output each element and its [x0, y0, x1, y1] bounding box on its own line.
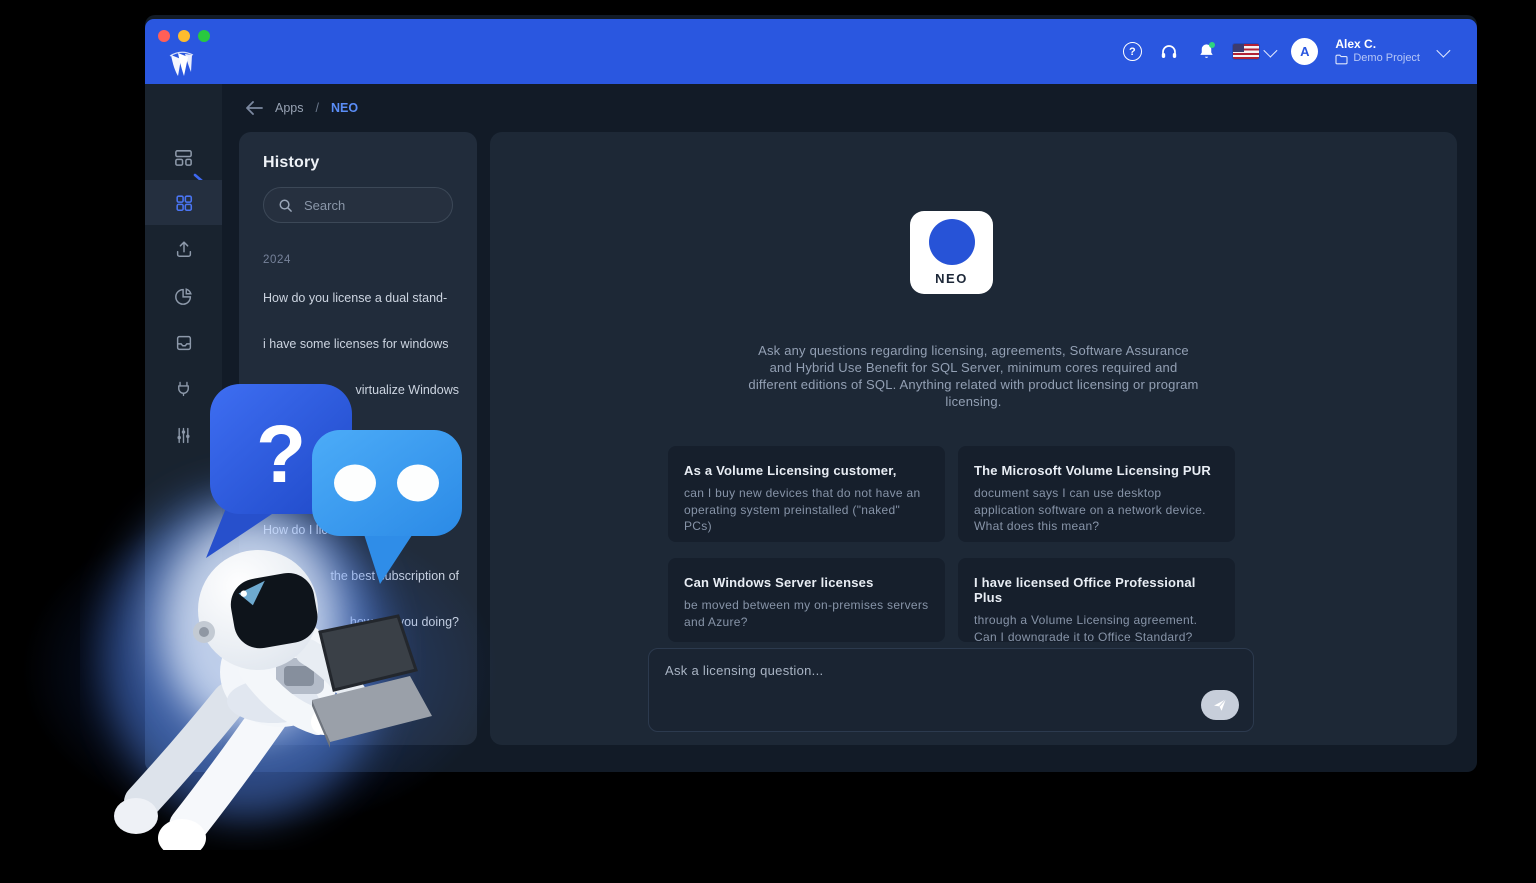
suggestion-card[interactable]: As a Volume Licensing customer, can I bu…	[668, 446, 945, 542]
search-input[interactable]	[302, 197, 438, 214]
breadcrumb-current-neo[interactable]: NEO	[331, 101, 358, 115]
help-icon[interactable]: ?	[1122, 42, 1142, 62]
suggestion-title: The Microsoft Volume Licensing PUR	[974, 463, 1219, 478]
breadcrumb: Apps / NEO	[245, 101, 358, 115]
suggestion-card[interactable]: Can Windows Server licenses be moved bet…	[668, 558, 945, 642]
app-window: ?	[145, 15, 1477, 772]
send-button[interactable]	[1201, 690, 1239, 720]
neo-logo-circle	[929, 219, 975, 265]
history-search[interactable]	[263, 187, 453, 223]
breadcrumb-apps-link[interactable]: Apps	[275, 101, 304, 115]
sliders-icon	[174, 426, 193, 445]
sidebar-item-inbox[interactable]	[145, 320, 222, 365]
sidebar-item-dashboard[interactable]	[145, 135, 222, 180]
neo-app-tile: NEO	[910, 211, 993, 294]
minimize-window-button[interactable]	[178, 30, 190, 42]
history-title: History	[263, 154, 320, 172]
question-input[interactable]	[649, 649, 1253, 731]
suggestion-title: As a Volume Licensing customer,	[684, 463, 929, 478]
folder-icon	[1335, 54, 1348, 65]
plug-icon	[174, 379, 193, 398]
user-name: Alex C.	[1335, 37, 1420, 52]
history-item[interactable]: virtualize Windows	[263, 383, 459, 400]
history-item[interactable]: How do you license a dual stand-	[263, 291, 459, 308]
sidebar-item-apps[interactable]	[145, 180, 222, 225]
suggestion-cards: As a Volume Licensing customer, can I bu…	[668, 446, 1235, 642]
sidebar-item-analytics[interactable]	[145, 273, 222, 318]
sidebar-item-settings[interactable]	[145, 413, 222, 458]
suggestion-card[interactable]: I have licensed Office Professional Plus…	[958, 558, 1235, 642]
app-header: ?	[145, 19, 1477, 84]
notification-dot	[1209, 42, 1215, 48]
search-icon	[278, 198, 293, 213]
us-flag-icon	[1233, 44, 1259, 59]
upload-icon	[174, 239, 194, 259]
paper-plane-icon	[1212, 697, 1228, 713]
zoom-window-button[interactable]	[198, 30, 210, 42]
question-input-container	[648, 648, 1254, 732]
screen: ?	[0, 0, 1536, 883]
suggestion-title: Can Windows Server licenses	[684, 575, 929, 590]
history-item[interactable]: How do I lic	[263, 523, 459, 540]
chat-panel: NEO Ask any questions regarding licensin…	[490, 132, 1457, 745]
brand-logo-icon	[167, 49, 195, 79]
history-panel: History 2024 How do you license a dual s…	[239, 132, 477, 745]
suggestion-body: can I buy new devices that do not have a…	[684, 485, 929, 535]
neo-logo-label: NEO	[935, 271, 968, 286]
header-actions: ?	[1122, 37, 1477, 66]
project-name: Demo Project	[1353, 52, 1420, 66]
history-item[interactable]: i have some licenses for windows	[263, 337, 459, 354]
inbox-icon	[174, 333, 194, 353]
chevron-down-icon	[1264, 43, 1278, 57]
history-year-label: 2024	[263, 254, 291, 266]
bell-icon[interactable]	[1196, 42, 1216, 62]
suggestion-body: be moved between my on-premises servers …	[684, 597, 929, 630]
history-item[interactable]: how are you doing?	[263, 615, 459, 632]
app-description: Ask any questions regarding licensing, a…	[748, 342, 1200, 411]
window-controls	[158, 30, 210, 42]
sidebar-item-upload[interactable]	[145, 226, 222, 271]
suggestion-body: document says I can use desktop applicat…	[974, 485, 1219, 535]
back-arrow-icon[interactable]	[245, 101, 263, 115]
history-item[interactable]: the best subscription of	[263, 569, 459, 586]
suggestion-body: through a Volume Licensing agreement. Ca…	[974, 612, 1219, 642]
suggestion-card[interactable]: The Microsoft Volume Licensing PUR docum…	[958, 446, 1235, 542]
sidebar	[145, 84, 222, 772]
close-window-button[interactable]	[158, 30, 170, 42]
user-menu[interactable]: Alex C. Demo Project	[1335, 37, 1420, 66]
sidebar-item-integrations[interactable]	[145, 366, 222, 411]
dashboard-icon	[173, 147, 194, 168]
headset-icon[interactable]	[1159, 42, 1179, 62]
project-chevron-down-icon[interactable]	[1436, 43, 1450, 57]
language-selector[interactable]	[1233, 44, 1274, 59]
breadcrumb-separator: /	[316, 101, 319, 115]
apps-grid-icon	[174, 193, 194, 213]
pie-chart-icon	[174, 286, 194, 306]
user-avatar[interactable]: A	[1291, 38, 1318, 65]
suggestion-title: I have licensed Office Professional Plus	[974, 575, 1219, 605]
